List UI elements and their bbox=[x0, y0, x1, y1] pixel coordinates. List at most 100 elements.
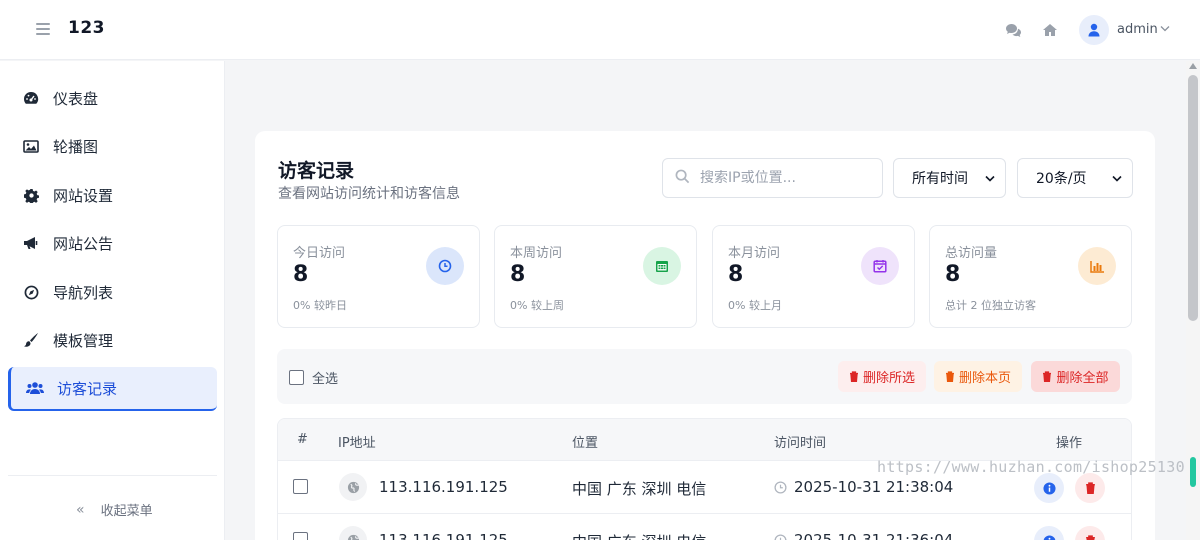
megaphone-icon bbox=[22, 234, 40, 252]
time-filter-value: 所有时间 bbox=[912, 171, 968, 187]
search-icon bbox=[675, 169, 690, 188]
clock-icon bbox=[774, 533, 787, 540]
page-size-value: 20条/页 bbox=[1036, 171, 1087, 187]
globe-icon bbox=[339, 473, 367, 501]
select-all-toggle[interactable]: 全选 bbox=[289, 368, 338, 387]
row-checkbox[interactable] bbox=[293, 532, 308, 540]
collapse-menu-label: 收起菜单 bbox=[100, 504, 153, 519]
trash-icon bbox=[1085, 482, 1095, 494]
delete-page-button[interactable]: 删除本页 bbox=[934, 361, 1022, 392]
stat-label: 本周访问 bbox=[510, 246, 563, 261]
sidebar-item-site-notice[interactable]: 网站公告 bbox=[8, 221, 217, 265]
select-all-checkbox[interactable] bbox=[289, 370, 304, 385]
row-time-value: 2025-10-31 21:38:04 bbox=[794, 478, 954, 496]
visitor-table: # IP地址 位置 访问时间 操作 113.116.191.125 中国 广东 … bbox=[277, 418, 1132, 540]
stat-note: 总计 2 位独立访客 bbox=[945, 299, 1036, 312]
sidebar-item-visitor-log[interactable]: 访客记录 bbox=[8, 367, 217, 411]
row-checkbox[interactable] bbox=[293, 479, 308, 494]
stat-value: 8 bbox=[945, 262, 961, 287]
watermark: https://www.huzhan.com/ishop25130 bbox=[877, 458, 1185, 476]
calendar-icon bbox=[643, 247, 681, 285]
sidebar-item-dashboard[interactable]: 仪表盘 bbox=[8, 76, 217, 120]
row-ip: 113.116.191.125 bbox=[379, 478, 508, 496]
column-header-actions: 操作 bbox=[1056, 436, 1083, 451]
clock-icon bbox=[774, 480, 787, 494]
view-details-button[interactable] bbox=[1034, 473, 1064, 503]
page-subtitle: 查看网站访问统计和访客信息 bbox=[278, 186, 460, 202]
column-header-index: # bbox=[297, 432, 308, 447]
sidebar-item-label: 仪表盘 bbox=[53, 89, 99, 108]
search-input[interactable] bbox=[700, 170, 870, 186]
trash-icon bbox=[1042, 371, 1052, 382]
select-all-label: 全选 bbox=[312, 372, 339, 387]
top-bar: 123 admin bbox=[0, 0, 1200, 60]
sidebar-item-nav-list[interactable]: 导航列表 bbox=[8, 270, 217, 314]
username[interactable]: admin bbox=[1117, 22, 1158, 37]
info-icon bbox=[1043, 534, 1055, 540]
delete-selected-button[interactable]: 删除所选 bbox=[838, 361, 926, 392]
stat-note: 0% 较昨日 bbox=[293, 299, 347, 312]
row-time-value: 2025-10-31 21:36:04 bbox=[794, 531, 954, 540]
gear-icon bbox=[22, 186, 40, 204]
trash-icon bbox=[849, 371, 859, 382]
stat-value: 8 bbox=[293, 262, 309, 287]
avatar[interactable] bbox=[1079, 15, 1109, 45]
delete-selected-label: 删除所选 bbox=[862, 371, 915, 386]
stat-label: 今日访问 bbox=[293, 246, 346, 261]
delete-all-label: 删除全部 bbox=[1056, 371, 1109, 386]
globe-icon bbox=[339, 526, 367, 540]
stat-note: 0% 较上月 bbox=[728, 299, 782, 312]
sidebar-item-label: 访客记录 bbox=[57, 379, 118, 398]
row-ip: 113.116.191.125 bbox=[379, 531, 508, 540]
home-icon[interactable] bbox=[1041, 21, 1059, 39]
calendar-check-icon bbox=[861, 247, 899, 285]
sidebar-item-site-settings[interactable]: 网站设置 bbox=[8, 173, 217, 217]
column-header-time: 访问时间 bbox=[774, 436, 827, 451]
stat-card-week: 本周访问 8 0% 较上周 bbox=[494, 225, 697, 328]
sidebar-item-template-manage[interactable]: 模板管理 bbox=[8, 318, 217, 362]
sidebar-item-label: 网站公告 bbox=[53, 234, 114, 253]
page-size-select[interactable]: 20条/页 bbox=[1017, 158, 1133, 198]
bar-chart-icon bbox=[1078, 247, 1116, 285]
dashboard-icon bbox=[22, 89, 40, 107]
delete-row-button[interactable] bbox=[1075, 473, 1105, 503]
scrollbar-thumb[interactable] bbox=[1188, 75, 1198, 321]
stat-label: 本月访问 bbox=[728, 246, 781, 261]
column-header-ip: IP地址 bbox=[338, 436, 376, 451]
chevron-down-icon bbox=[1112, 172, 1122, 185]
collapse-menu-button[interactable]: « 收起菜单 bbox=[76, 500, 153, 520]
stat-value: 8 bbox=[510, 262, 526, 287]
stat-card-month: 本月访问 8 0% 较上月 bbox=[712, 225, 915, 328]
row-time: 2025-10-31 21:38:04 bbox=[774, 478, 953, 496]
scroll-up-arrow-icon[interactable] bbox=[1189, 63, 1197, 69]
sidebar-item-label: 网站设置 bbox=[53, 186, 114, 205]
hamburger-menu-icon[interactable] bbox=[36, 23, 50, 35]
trash-icon bbox=[945, 371, 955, 382]
stat-card-total: 总访问量 8 总计 2 位独立访客 bbox=[929, 225, 1132, 328]
divider bbox=[8, 475, 217, 476]
scroll-accent-marker bbox=[1190, 457, 1196, 487]
time-filter-select[interactable]: 所有时间 bbox=[893, 158, 1006, 198]
chevron-down-icon bbox=[985, 172, 995, 185]
column-header-location: 位置 bbox=[572, 436, 599, 451]
delete-all-button[interactable]: 删除全部 bbox=[1031, 361, 1120, 392]
chat-icon[interactable] bbox=[1004, 21, 1022, 39]
search-box[interactable] bbox=[662, 158, 883, 198]
table-header: # IP地址 位置 访问时间 操作 bbox=[278, 419, 1131, 461]
sidebar-item-label: 导航列表 bbox=[53, 283, 114, 302]
bulk-action-bar: 全选 删除所选 删除本页 删除全部 bbox=[277, 349, 1132, 404]
row-location: 中国 广东 深圳 电信 bbox=[572, 480, 707, 498]
double-chevron-left-icon: « bbox=[76, 501, 85, 518]
sidebar-item-carousel[interactable]: 轮播图 bbox=[8, 124, 217, 168]
row-time: 2025-10-31 21:36:04 bbox=[774, 531, 953, 540]
delete-row-button[interactable] bbox=[1075, 526, 1105, 540]
clock-icon bbox=[426, 247, 464, 285]
users-icon bbox=[26, 379, 44, 397]
page-title: 访客记录 bbox=[278, 160, 355, 182]
view-details-button[interactable] bbox=[1034, 526, 1064, 540]
chevron-down-icon[interactable] bbox=[1160, 24, 1170, 35]
stat-card-today: 今日访问 8 0% 较昨日 bbox=[277, 225, 480, 328]
stat-note: 0% 较上周 bbox=[510, 299, 564, 312]
sidebar-item-label: 模板管理 bbox=[53, 331, 114, 350]
compass-icon bbox=[22, 283, 40, 301]
